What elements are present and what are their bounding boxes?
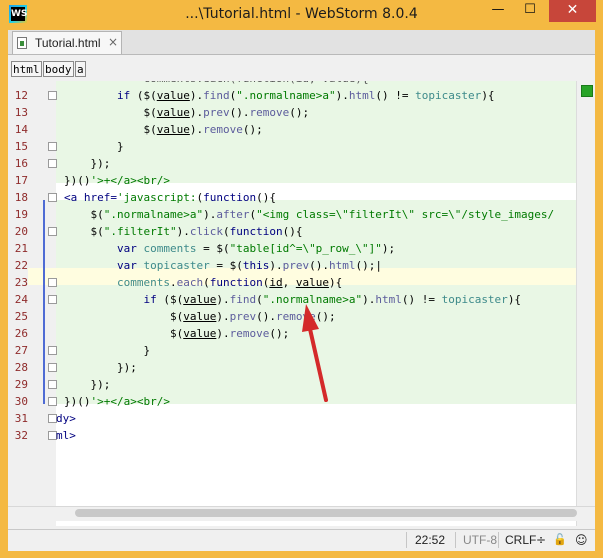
maximize-button[interactable]: ☐ [515, 0, 545, 22]
line-separator-arrow-icon[interactable]: ÷ [536, 533, 546, 547]
horizontal-scrollbar[interactable] [8, 506, 595, 521]
code-editor[interactable]: comments.each(function(id, value){ 12 if… [8, 81, 595, 526]
arrow-head [302, 304, 319, 332]
editor-tab-bar: Tutorial.html × [8, 30, 595, 55]
tab-label: Tutorial.html [35, 36, 101, 50]
breadcrumb-a[interactable]: a [75, 61, 86, 77]
arrow-shaft [308, 327, 328, 402]
status-separator [406, 532, 407, 548]
status-separator [498, 532, 499, 548]
webstorm-window: WS ...\Tutorial.html - WebStorm 8.0.4 — … [0, 0, 603, 558]
tab-tutorial-html[interactable]: Tutorial.html × [12, 31, 122, 54]
breadcrumb: html body a [8, 55, 595, 81]
read-only-toggle-icon[interactable]: 🔓 [553, 533, 567, 546]
status-bar: 22:52 UTF-8 CRLF ÷ 🔓 ☺ [8, 529, 595, 551]
close-button[interactable]: ✕ [549, 0, 596, 22]
title-bar: WS ...\Tutorial.html - WebStorm 8.0.4 — … [0, 0, 603, 30]
file-encoding[interactable]: UTF-8 [463, 533, 497, 547]
tab-close-icon[interactable]: × [108, 35, 118, 49]
status-separator [455, 532, 456, 548]
html-file-icon [17, 37, 27, 49]
hector-inspector-icon[interactable]: ☺ [575, 533, 588, 547]
minimize-button[interactable]: — [483, 0, 513, 22]
caret-position[interactable]: 22:52 [415, 533, 445, 547]
ide-client-area: Tutorial.html × html body a comments.eac… [8, 30, 595, 551]
breadcrumb-body[interactable]: body [43, 61, 74, 77]
annotation-arrow [302, 304, 328, 402]
scrollbar-thumb[interactable] [75, 509, 577, 517]
breadcrumb-html[interactable]: html [11, 61, 42, 77]
line-separator[interactable]: CRLF [505, 533, 536, 547]
